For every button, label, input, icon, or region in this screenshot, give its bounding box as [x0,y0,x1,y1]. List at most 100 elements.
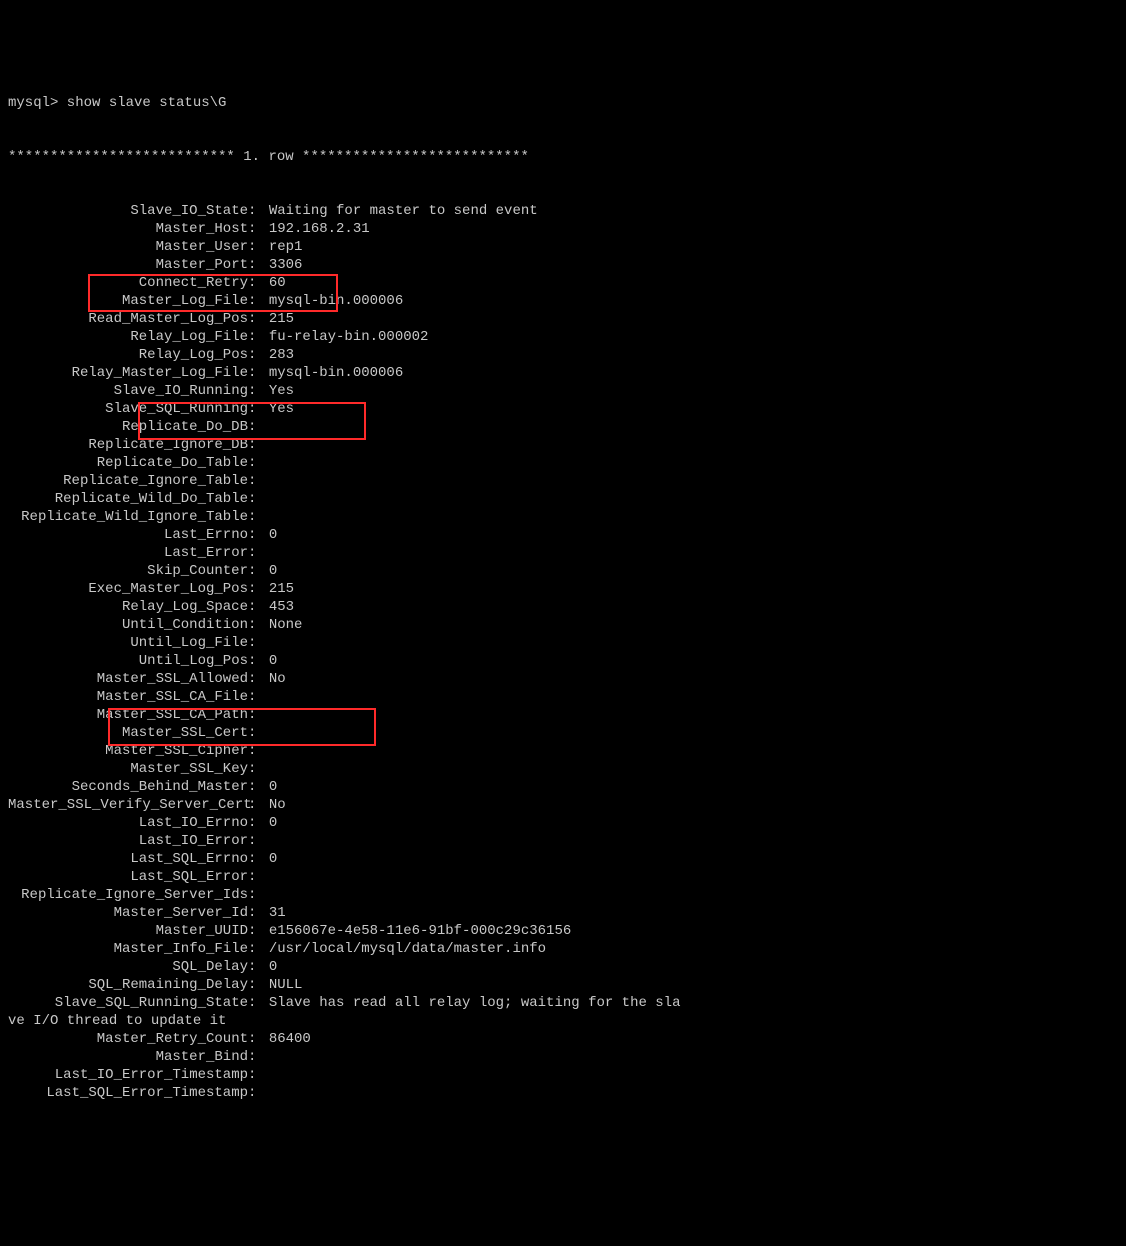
status-row: Master_Host: 192.168.2.31 [8,220,1118,238]
field-value: Waiting for master to send event [269,202,538,220]
field-separator: : [248,436,269,454]
field-separator: : [248,778,269,796]
field-separator: : [248,706,269,724]
status-row: Replicate_Ignore_DB: [8,436,1118,454]
status-row: Connect_Retry: 60 [8,274,1118,292]
status-row: Last_IO_Error: [8,832,1118,850]
field-label: Master_SSL_Verify_Server_Cert [8,796,248,814]
field-label: Skip_Counter [8,562,248,580]
field-label: Master_User [8,238,248,256]
field-label: Exec_Master_Log_Pos [8,580,248,598]
status-row: Read_Master_Log_Pos: 215 [8,310,1118,328]
field-separator: : [248,490,269,508]
field-label: Replicate_Ignore_Server_Ids [8,886,248,904]
field-separator: : [248,202,269,220]
field-label: Last_IO_Error_Timestamp [8,1066,248,1084]
status-row: Skip_Counter: 0 [8,562,1118,580]
field-value: Yes [269,400,294,418]
field-label: Master_SSL_CA_File [8,688,248,706]
status-row: Master_UUID: e156067e-4e58-11e6-91bf-000… [8,922,1118,940]
status-row: Last_Errno: 0 [8,526,1118,544]
field-separator: : [248,310,269,328]
field-separator: : [248,526,269,544]
field-separator: : [248,670,269,688]
status-row: ve I/O thread to update it [8,1012,1118,1030]
field-label: SQL_Remaining_Delay [8,976,248,994]
field-separator: : [248,724,269,742]
field-label: Master_Log_File [8,292,248,310]
status-row: Relay_Log_File: fu-relay-bin.000002 [8,328,1118,346]
status-row: Last_SQL_Error_Timestamp: [8,1084,1118,1102]
status-row: Master_SSL_CA_Path: [8,706,1118,724]
field-separator: : [248,958,269,976]
status-row: Relay_Log_Pos: 283 [8,346,1118,364]
field-separator: : [248,922,269,940]
field-value: /usr/local/mysql/data/master.info [269,940,546,958]
field-label: Connect_Retry [8,274,248,292]
field-value: 31 [269,904,286,922]
field-separator: : [248,634,269,652]
prompt-line[interactable]: mysql> show slave status\G [8,94,1118,112]
status-row: Master_Bind: [8,1048,1118,1066]
status-row: Master_SSL_Key: [8,760,1118,778]
status-row: Slave_IO_Running: Yes [8,382,1118,400]
field-label: Until_Condition [8,616,248,634]
field-separator: : [248,274,269,292]
field-label: Read_Master_Log_Pos [8,310,248,328]
field-separator: : [248,508,269,526]
status-row: Relay_Master_Log_File: mysql-bin.000006 [8,364,1118,382]
field-separator: : [248,292,269,310]
status-row: Replicate_Do_DB: [8,418,1118,436]
status-row: Master_SSL_Allowed: No [8,670,1118,688]
field-value: e156067e-4e58-11e6-91bf-000c29c36156 [269,922,571,940]
field-separator: : [248,364,269,382]
status-row: Slave_SQL_Running: Yes [8,400,1118,418]
field-label: Until_Log_File [8,634,248,652]
field-value: NULL [269,976,303,994]
status-row: Last_IO_Error_Timestamp: [8,1066,1118,1084]
field-label: Replicate_Do_Table [8,454,248,472]
status-row: Until_Log_File: [8,634,1118,652]
field-label: Master_Bind [8,1048,248,1066]
field-value: 0 [269,814,277,832]
field-separator: : [248,598,269,616]
status-row: Master_SSL_CA_File: [8,688,1118,706]
field-separator: : [248,256,269,274]
field-value: 60 [269,274,286,292]
status-row: Master_Retry_Count: 86400 [8,1030,1118,1048]
status-row: Master_Server_Id: 31 [8,904,1118,922]
field-label: Master_Host [8,220,248,238]
status-row: Replicate_Ignore_Server_Ids: [8,886,1118,904]
field-label: Last_Errno [8,526,248,544]
status-row: Last_IO_Errno: 0 [8,814,1118,832]
field-separator: : [248,814,269,832]
status-row: Master_Port: 3306 [8,256,1118,274]
field-separator: : [248,382,269,400]
field-separator: : [248,454,269,472]
field-label: Last_SQL_Error_Timestamp [8,1084,248,1102]
field-label: Master_SSL_Cert [8,724,248,742]
field-label: Slave_IO_State [8,202,248,220]
field-label: Master_UUID [8,922,248,940]
field-label: Master_SSL_Key [8,760,248,778]
terminal-output: mysql> show slave status\G *************… [8,58,1118,1156]
field-label: Relay_Log_Pos [8,346,248,364]
field-separator: : [248,850,269,868]
field-label: Seconds_Behind_Master [8,778,248,796]
field-separator: : [248,688,269,706]
field-value: 0 [269,958,277,976]
field-label: Master_Info_File [8,940,248,958]
status-row: Master_SSL_Cipher: [8,742,1118,760]
field-value: 215 [269,580,294,598]
field-separator: : [248,418,269,436]
field-value: 86400 [269,1030,311,1048]
field-value: 0 [269,652,277,670]
field-separator: : [248,796,269,814]
field-separator: : [248,400,269,418]
field-separator: : [248,976,269,994]
status-row: Master_Info_File: /usr/local/mysql/data/… [8,940,1118,958]
field-label: Master_SSL_Cipher [8,742,248,760]
status-row: Exec_Master_Log_Pos: 215 [8,580,1118,598]
field-value: Slave has read all relay log; waiting fo… [269,994,681,1012]
field-label: Last_SQL_Error [8,868,248,886]
